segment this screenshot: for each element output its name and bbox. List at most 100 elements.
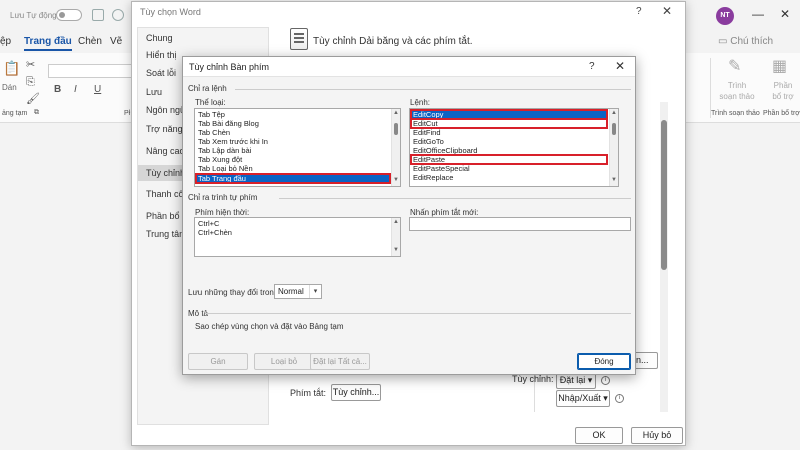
nav-item-display[interactable]: Hiển thị xyxy=(146,50,177,60)
tab-file[interactable]: ệp xyxy=(0,36,11,47)
editor-button-label-1[interactable]: Trình xyxy=(722,81,752,90)
addin-icon[interactable]: ▦ xyxy=(772,56,787,76)
reset-all-button[interactable]: Đặt lại Tất cả... xyxy=(310,353,370,370)
cancel-button[interactable]: Hủy bỏ xyxy=(631,427,683,444)
avatar[interactable]: NT xyxy=(716,7,734,25)
commands-scrollbar[interactable]: ▲ ▼ xyxy=(609,109,618,186)
list-item[interactable]: EditReplace xyxy=(411,173,607,182)
ribbon-settings-icon xyxy=(290,28,308,50)
customize-keyboard-dialog: Tùy chỉnh Bàn phím ? ✕ Chỉ ra lệnh Thể l… xyxy=(182,56,636,375)
import-export-dropdown-icon: ▾ xyxy=(603,393,608,403)
list-item[interactable]: Tab Xung đột xyxy=(196,155,390,164)
list-item[interactable]: EditPaste xyxy=(410,154,608,165)
list-item[interactable]: EditFind xyxy=(411,128,607,137)
options-close-icon[interactable]: ✕ xyxy=(662,4,672,18)
tab-home[interactable]: Trang đầu xyxy=(24,36,72,51)
scroll-down-icon[interactable]: ▼ xyxy=(393,177,399,183)
tab-draw[interactable]: Vẽ xyxy=(110,36,122,47)
nav-item-save[interactable]: Lưu xyxy=(146,87,162,97)
underline-icon[interactable]: U xyxy=(94,84,101,95)
keyboard-close-icon[interactable]: ✕ xyxy=(615,59,625,73)
reset-info-icon: i xyxy=(601,376,610,385)
close-window-icon[interactable]: ✕ xyxy=(780,7,790,21)
ribbon-separator xyxy=(710,58,711,118)
assign-button[interactable]: Gán xyxy=(188,353,248,370)
addin-button-label-1[interactable]: Phần xyxy=(768,81,798,90)
options-help-icon[interactable]: ? xyxy=(636,6,642,17)
nav-item-advanced[interactable]: Nâng cao xyxy=(146,146,185,156)
list-item[interactable]: EditCut xyxy=(410,118,608,129)
scroll-thumb[interactable] xyxy=(612,123,616,135)
current-keys-label: Phím hiện thời: xyxy=(195,208,250,217)
import-export-label: Nhập/Xuất xyxy=(558,393,601,403)
list-item[interactable]: Tab Bài đăng Blog xyxy=(196,119,390,128)
ok-button[interactable]: OK xyxy=(575,427,623,444)
shortcut-label: Phím tắt: xyxy=(290,388,327,398)
list-item[interactable]: Tab Loại bỏ Nền xyxy=(196,164,390,173)
tab-insert[interactable]: Chèn xyxy=(78,36,102,47)
list-item[interactable]: Tab Xem trước khi In xyxy=(196,137,390,146)
paste-icon[interactable]: 📋 xyxy=(3,60,20,77)
scroll-up-icon[interactable]: ▲ xyxy=(393,110,399,116)
autosave-toggle[interactable] xyxy=(56,9,82,21)
nav-item-accessibility[interactable]: Trợ năng xyxy=(146,124,183,134)
options-scrollbar[interactable] xyxy=(660,102,668,412)
current-keys-scrollbar[interactable]: ▲ ▼ xyxy=(391,218,400,256)
nav-item-proofing[interactable]: Soát lỗi xyxy=(146,68,176,78)
keyboard-dialog-title: Tùy chỉnh Bàn phím xyxy=(189,62,270,72)
addin-button-label-2[interactable]: bổ trợ xyxy=(766,92,800,101)
commands-list[interactable]: EditCopy EditCut EditFind EditGoTo EditO… xyxy=(409,108,619,187)
list-item[interactable]: EditPasteSpecial xyxy=(411,164,607,173)
undo-icon[interactable] xyxy=(112,9,124,21)
remove-button[interactable]: Loại bỏ xyxy=(254,353,314,370)
list-item[interactable]: EditOfficeClipboard xyxy=(411,146,607,155)
editor-icon[interactable]: ✎ xyxy=(728,56,741,76)
nav-item-general[interactable]: Chung xyxy=(146,33,173,43)
save-in-select[interactable]: Normal ▾ xyxy=(274,284,322,299)
editor-group-label: Trình soạn thảo xyxy=(711,110,760,117)
list-item[interactable]: Tab Tệp xyxy=(196,110,390,119)
list-item-selected[interactable]: Tab Trang đầu xyxy=(195,173,391,184)
scroll-up-icon[interactable]: ▲ xyxy=(393,219,399,225)
list-item-selected[interactable]: EditCopy xyxy=(410,109,608,120)
list-item[interactable]: Ctrl+C xyxy=(196,219,390,228)
categories-list[interactable]: Tab Tệp Tab Bài đăng Blog Tab Chèn Tab X… xyxy=(194,108,401,187)
list-item[interactable]: Tab Chèn xyxy=(196,128,390,137)
cut-icon[interactable]: ✂ xyxy=(26,58,35,71)
close-button[interactable]: Đóng xyxy=(577,353,631,370)
bold-icon[interactable]: B xyxy=(54,84,61,95)
format-painter-icon[interactable]: 🖌 xyxy=(26,92,40,105)
import-export-info-icon: i xyxy=(615,394,624,403)
list-item[interactable]: Tab Lập dàn bài xyxy=(196,146,390,155)
scroll-up-icon[interactable]: ▲ xyxy=(611,110,617,116)
addin-group-label: Phần bổ trợ xyxy=(763,110,800,117)
save-in-label: Lưu những thay đổi trong: xyxy=(188,288,281,297)
new-shortcut-input[interactable] xyxy=(409,217,631,231)
italic-icon[interactable]: I xyxy=(74,84,77,95)
categories-scrollbar[interactable]: ▲ ▼ xyxy=(391,109,400,186)
categories-label: Thể loại: xyxy=(195,98,226,107)
current-keys-list[interactable]: Ctrl+C Ctrl+Chèn ▲ ▼ xyxy=(194,217,401,257)
nav-item-trust-center[interactable]: Trung tâm xyxy=(146,229,187,239)
editor-button-label-2[interactable]: soạn thảo xyxy=(716,92,758,101)
scroll-down-icon[interactable]: ▼ xyxy=(611,177,617,183)
copy-icon[interactable]: ⎘ xyxy=(26,76,35,89)
customize-shortcut-button[interactable]: Tùy chỉnh... xyxy=(331,384,381,401)
minimize-icon[interactable]: — xyxy=(752,7,764,21)
chevron-down-icon: ▾ xyxy=(309,285,321,298)
autosave-label: Lưu Tự động xyxy=(10,11,57,20)
import-export-button[interactable]: Nhập/Xuất ▾ xyxy=(556,390,610,407)
font-name-box[interactable] xyxy=(48,64,140,78)
save-icon[interactable] xyxy=(92,9,104,21)
dialog-launcher-icon[interactable]: ⧉ xyxy=(34,109,39,117)
commands-section-label: Chỉ ra lệnh xyxy=(188,84,227,93)
list-item[interactable]: EditGoTo xyxy=(411,137,607,146)
paste-label[interactable]: Dán xyxy=(2,83,17,92)
comments-button[interactable]: ▭ Chú thích xyxy=(718,36,773,47)
list-item[interactable]: Ctrl+Chèn xyxy=(196,228,390,237)
keyboard-help-icon[interactable]: ? xyxy=(589,61,595,72)
nav-item-language[interactable]: Ngôn ngữ xyxy=(146,105,186,115)
reset-dropdown-icon: ▾ xyxy=(587,375,593,385)
scroll-down-icon[interactable]: ▼ xyxy=(393,247,399,253)
scroll-thumb[interactable] xyxy=(394,123,398,135)
